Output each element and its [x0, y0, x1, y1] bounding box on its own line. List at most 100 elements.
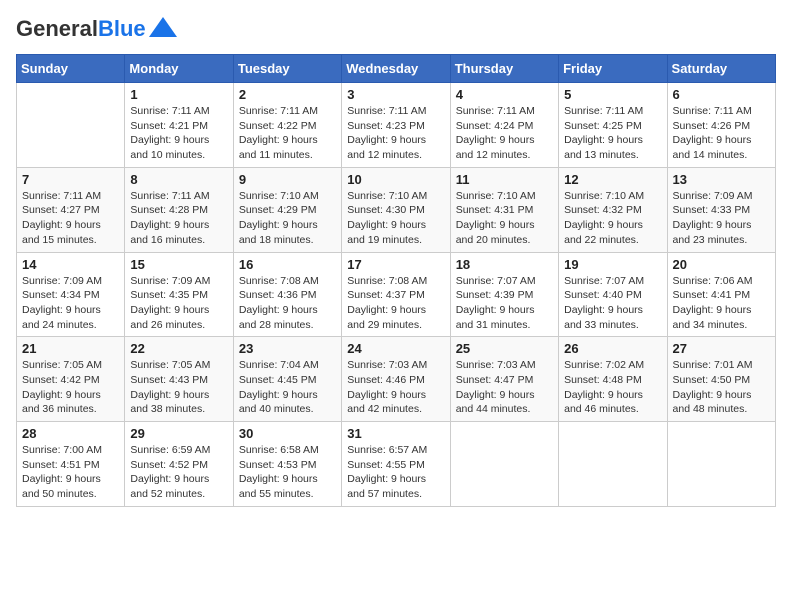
calendar-cell: 13 Sunrise: 7:09 AMSunset: 4:33 PMDayligh…	[667, 167, 775, 252]
day-info: Sunrise: 7:05 AMSunset: 4:43 PMDaylight:…	[130, 358, 227, 417]
calendar-header-saturday: Saturday	[667, 55, 775, 83]
calendar-cell: 11 Sunrise: 7:10 AMSunset: 4:31 PMDayligh…	[450, 167, 558, 252]
calendar-cell: 9 Sunrise: 7:10 AMSunset: 4:29 PMDaylight…	[233, 167, 341, 252]
calendar-cell: 5 Sunrise: 7:11 AMSunset: 4:25 PMDaylight…	[559, 83, 667, 168]
calendar-cell: 4 Sunrise: 7:11 AMSunset: 4:24 PMDaylight…	[450, 83, 558, 168]
day-info: Sunrise: 7:09 AMSunset: 4:34 PMDaylight:…	[22, 274, 119, 333]
day-info: Sunrise: 7:06 AMSunset: 4:41 PMDaylight:…	[673, 274, 770, 333]
calendar-cell: 27 Sunrise: 7:01 AMSunset: 4:50 PMDayligh…	[667, 337, 775, 422]
calendar-header-sunday: Sunday	[17, 55, 125, 83]
day-number: 4	[456, 87, 553, 102]
calendar-week-row: 28 Sunrise: 7:00 AMSunset: 4:51 PMDayligh…	[17, 422, 776, 507]
day-number: 12	[564, 172, 661, 187]
day-number: 19	[564, 257, 661, 272]
day-number: 9	[239, 172, 336, 187]
calendar-table: SundayMondayTuesdayWednesdayThursdayFrid…	[16, 54, 776, 507]
calendar-cell: 6 Sunrise: 7:11 AMSunset: 4:26 PMDaylight…	[667, 83, 775, 168]
day-info: Sunrise: 7:09 AMSunset: 4:35 PMDaylight:…	[130, 274, 227, 333]
calendar-cell: 12 Sunrise: 7:10 AMSunset: 4:32 PMDayligh…	[559, 167, 667, 252]
day-info: Sunrise: 7:10 AMSunset: 4:29 PMDaylight:…	[239, 189, 336, 248]
calendar-cell: 29 Sunrise: 6:59 AMSunset: 4:52 PMDayligh…	[125, 422, 233, 507]
day-number: 31	[347, 426, 444, 441]
calendar-header-tuesday: Tuesday	[233, 55, 341, 83]
day-info: Sunrise: 7:04 AMSunset: 4:45 PMDaylight:…	[239, 358, 336, 417]
calendar-cell: 28 Sunrise: 7:00 AMSunset: 4:51 PMDayligh…	[17, 422, 125, 507]
day-number: 15	[130, 257, 227, 272]
calendar-week-row: 1Sunrise: 7:11 AMSunset: 4:21 PMDaylight…	[17, 83, 776, 168]
day-info: Sunrise: 7:08 AMSunset: 4:36 PMDaylight:…	[239, 274, 336, 333]
calendar-header-wednesday: Wednesday	[342, 55, 450, 83]
calendar-cell: 1Sunrise: 7:11 AMSunset: 4:21 PMDaylight…	[125, 83, 233, 168]
calendar-week-row: 14 Sunrise: 7:09 AMSunset: 4:34 PMDayligh…	[17, 252, 776, 337]
day-number: 6	[673, 87, 770, 102]
day-number: 25	[456, 341, 553, 356]
day-number: 3	[347, 87, 444, 102]
day-info: Sunrise: 7:02 AMSunset: 4:48 PMDaylight:…	[564, 358, 661, 417]
day-number: 17	[347, 257, 444, 272]
calendar-cell	[17, 83, 125, 168]
calendar-cell: 17 Sunrise: 7:08 AMSunset: 4:37 PMDayligh…	[342, 252, 450, 337]
day-number: 5	[564, 87, 661, 102]
calendar-cell: 10Sunrise: 7:10 AMSunset: 4:30 PMDayligh…	[342, 167, 450, 252]
day-info: Sunrise: 7:11 AMSunset: 4:23 PMDaylight:…	[347, 104, 444, 163]
day-info: Sunrise: 7:11 AMSunset: 4:21 PMDaylight:…	[130, 104, 227, 163]
calendar-cell: 19 Sunrise: 7:07 AMSunset: 4:40 PMDayligh…	[559, 252, 667, 337]
logo-icon	[149, 17, 177, 37]
day-info: Sunrise: 7:08 AMSunset: 4:37 PMDaylight:…	[347, 274, 444, 333]
day-info: Sunrise: 7:10 AMSunset: 4:32 PMDaylight:…	[564, 189, 661, 248]
calendar-cell: 20 Sunrise: 7:06 AMSunset: 4:41 PMDayligh…	[667, 252, 775, 337]
day-info: Sunrise: 7:11 AMSunset: 4:27 PMDaylight:…	[22, 189, 119, 248]
day-info: Sunrise: 6:57 AMSunset: 4:55 PMDaylight:…	[347, 443, 444, 502]
day-number: 13	[673, 172, 770, 187]
day-number: 29	[130, 426, 227, 441]
day-info: Sunrise: 7:01 AMSunset: 4:50 PMDaylight:…	[673, 358, 770, 417]
header: GeneralBlue	[16, 16, 776, 42]
logo-text: GeneralBlue	[16, 16, 146, 42]
calendar-cell: 3 Sunrise: 7:11 AMSunset: 4:23 PMDaylight…	[342, 83, 450, 168]
day-number: 28	[22, 426, 119, 441]
logo: GeneralBlue	[16, 16, 177, 42]
calendar-header-thursday: Thursday	[450, 55, 558, 83]
day-number: 24	[347, 341, 444, 356]
calendar-cell: 18Sunrise: 7:07 AMSunset: 4:39 PMDayligh…	[450, 252, 558, 337]
day-info: Sunrise: 7:07 AMSunset: 4:40 PMDaylight:…	[564, 274, 661, 333]
calendar-cell	[667, 422, 775, 507]
day-number: 20	[673, 257, 770, 272]
day-info: Sunrise: 7:11 AMSunset: 4:22 PMDaylight:…	[239, 104, 336, 163]
calendar-cell: 8 Sunrise: 7:11 AMSunset: 4:28 PMDaylight…	[125, 167, 233, 252]
day-number: 27	[673, 341, 770, 356]
day-number: 14	[22, 257, 119, 272]
calendar-cell: 7 Sunrise: 7:11 AMSunset: 4:27 PMDaylight…	[17, 167, 125, 252]
day-info: Sunrise: 7:11 AMSunset: 4:25 PMDaylight:…	[564, 104, 661, 163]
calendar-cell: 24Sunrise: 7:03 AMSunset: 4:46 PMDayligh…	[342, 337, 450, 422]
calendar-week-row: 7 Sunrise: 7:11 AMSunset: 4:27 PMDaylight…	[17, 167, 776, 252]
calendar-cell: 15 Sunrise: 7:09 AMSunset: 4:35 PMDayligh…	[125, 252, 233, 337]
day-info: Sunrise: 7:11 AMSunset: 4:24 PMDaylight:…	[456, 104, 553, 163]
day-info: Sunrise: 7:00 AMSunset: 4:51 PMDaylight:…	[22, 443, 119, 502]
day-info: Sunrise: 6:58 AMSunset: 4:53 PMDaylight:…	[239, 443, 336, 502]
day-info: Sunrise: 7:09 AMSunset: 4:33 PMDaylight:…	[673, 189, 770, 248]
day-info: Sunrise: 7:11 AMSunset: 4:26 PMDaylight:…	[673, 104, 770, 163]
day-info: Sunrise: 7:11 AMSunset: 4:28 PMDaylight:…	[130, 189, 227, 248]
calendar-cell	[559, 422, 667, 507]
day-info: Sunrise: 7:05 AMSunset: 4:42 PMDaylight:…	[22, 358, 119, 417]
day-number: 21	[22, 341, 119, 356]
calendar-week-row: 21 Sunrise: 7:05 AMSunset: 4:42 PMDayligh…	[17, 337, 776, 422]
calendar-cell: 31 Sunrise: 6:57 AMSunset: 4:55 PMDayligh…	[342, 422, 450, 507]
day-info: Sunrise: 7:07 AMSunset: 4:39 PMDaylight:…	[456, 274, 553, 333]
calendar-cell: 21 Sunrise: 7:05 AMSunset: 4:42 PMDayligh…	[17, 337, 125, 422]
day-info: Sunrise: 7:10 AMSunset: 4:31 PMDaylight:…	[456, 189, 553, 248]
calendar-cell: 25Sunrise: 7:03 AMSunset: 4:47 PMDayligh…	[450, 337, 558, 422]
day-number: 7	[22, 172, 119, 187]
day-number: 23	[239, 341, 336, 356]
calendar-cell	[450, 422, 558, 507]
day-number: 11	[456, 172, 553, 187]
calendar-cell: 16Sunrise: 7:08 AMSunset: 4:36 PMDayligh…	[233, 252, 341, 337]
day-info: Sunrise: 6:59 AMSunset: 4:52 PMDaylight:…	[130, 443, 227, 502]
calendar-cell: 22 Sunrise: 7:05 AMSunset: 4:43 PMDayligh…	[125, 337, 233, 422]
calendar-header-row: SundayMondayTuesdayWednesdayThursdayFrid…	[17, 55, 776, 83]
day-number: 8	[130, 172, 227, 187]
day-number: 2	[239, 87, 336, 102]
day-number: 22	[130, 341, 227, 356]
day-number: 26	[564, 341, 661, 356]
